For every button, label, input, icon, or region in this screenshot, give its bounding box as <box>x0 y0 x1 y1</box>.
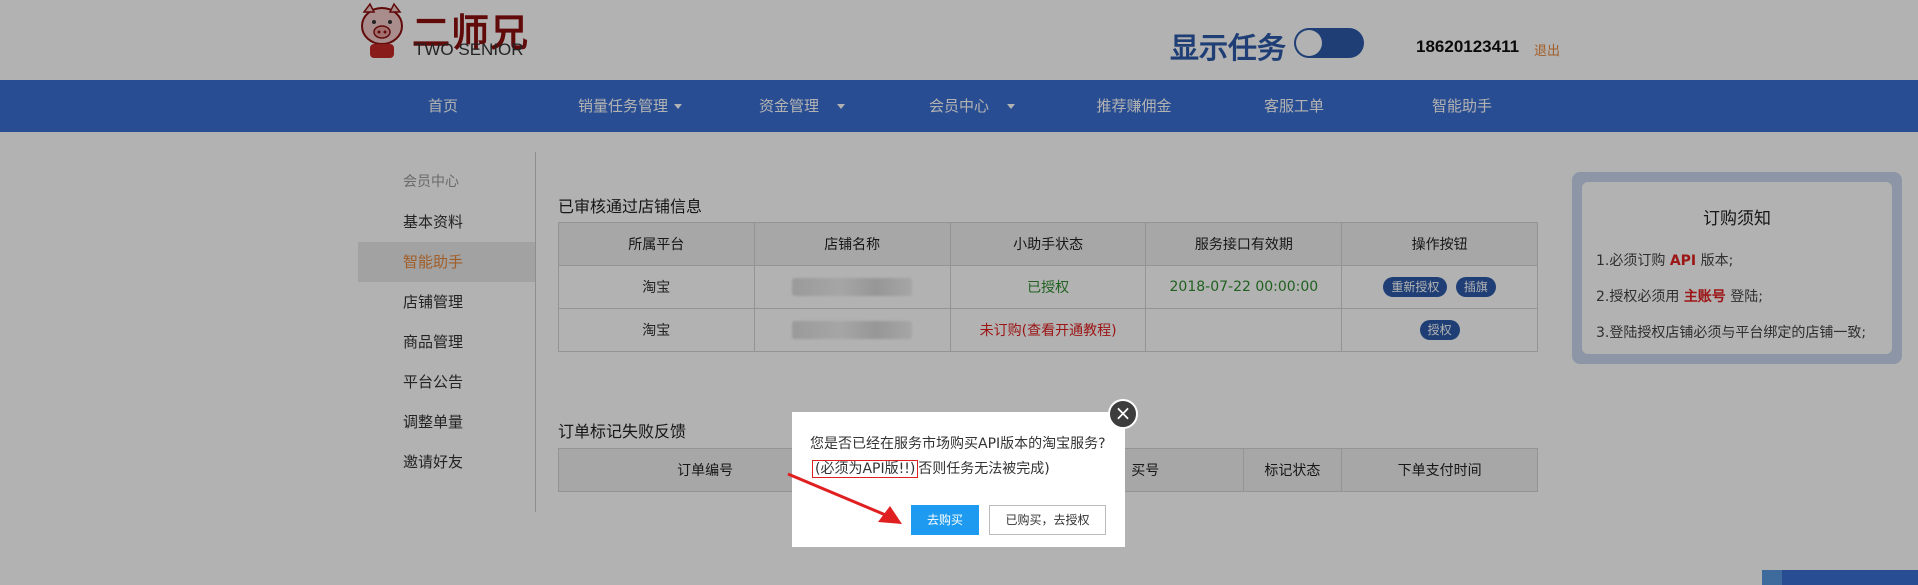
red-arrow-icon <box>787 472 902 524</box>
warning-text: 否则任务无法被完成) <box>918 461 1050 477</box>
dialog-question: 您是否已经在服务市场购买API版本的淘宝服务? <box>810 436 1106 452</box>
go-buy-button[interactable]: 去购买 <box>911 505 979 535</box>
already-bought-button[interactable]: 已购买，去授权 <box>989 505 1106 535</box>
close-icon[interactable]: × <box>1108 399 1138 429</box>
